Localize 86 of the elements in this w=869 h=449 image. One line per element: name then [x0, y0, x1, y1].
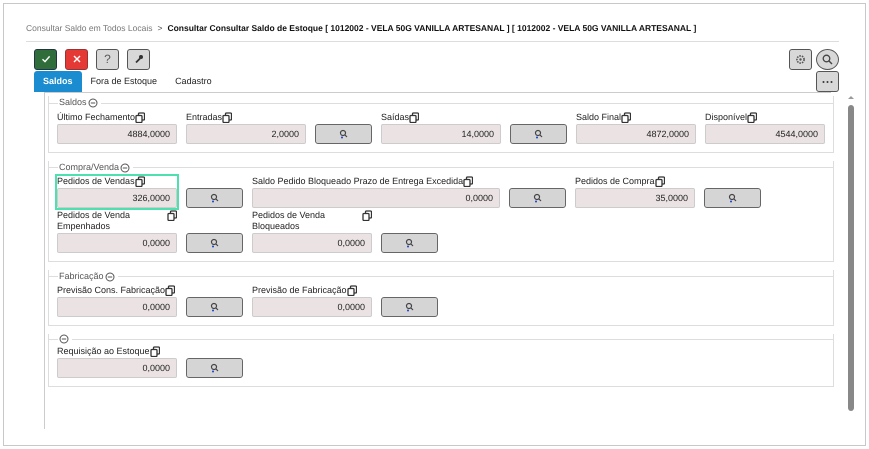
value-field[interactable]: 2,0000	[186, 124, 306, 144]
scrollbar[interactable]	[846, 93, 856, 414]
value-field[interactable]: 4544,0000	[705, 124, 825, 144]
value-field[interactable]: 0,0000	[252, 188, 500, 208]
field-label: Pedidos de Vendas	[57, 176, 135, 188]
search-icon	[534, 128, 544, 139]
lookup-button[interactable]	[315, 124, 372, 144]
copy-icon[interactable]	[463, 176, 474, 188]
copy-icon[interactable]	[409, 112, 420, 123]
copy-icon[interactable]	[165, 285, 176, 296]
breadcrumb-separator: >	[157, 22, 162, 35]
more-button[interactable]	[816, 71, 839, 92]
lookup-button[interactable]	[381, 232, 438, 253]
copy-icon[interactable]	[747, 112, 758, 123]
value-field[interactable]: 35,0000	[575, 188, 695, 208]
search-icon	[532, 193, 542, 204]
collapse-icon[interactable]	[88, 98, 98, 108]
search-icon	[210, 363, 220, 374]
value-field[interactable]: 0,0000	[252, 297, 372, 318]
settings-button[interactable]	[789, 48, 812, 70]
more-icon	[822, 80, 833, 84]
section-title: Fabricação	[59, 270, 104, 283]
field-label: Pedidos de Venda Bloqueados	[252, 210, 326, 232]
search-icon	[338, 128, 348, 139]
field-label: Saídas	[381, 112, 410, 123]
confirm-button[interactable]	[34, 48, 57, 70]
collapse-icon[interactable]	[59, 334, 69, 344]
copy-icon[interactable]	[135, 112, 146, 123]
lookup-button[interactable]	[381, 297, 438, 318]
section-title: Saldos	[59, 96, 87, 110]
search-icon	[210, 238, 220, 248]
help-button[interactable]: ?	[96, 48, 119, 70]
page-title: Consultar Consultar Saldo de Estoque [ 1012002 - VELA 50G VANILLA ARTESANAL ] [ 1012002 - VELA 50G VANILLA ARTESANAL ]	[167, 22, 696, 35]
search-icon	[210, 302, 220, 312]
wrench-icon	[134, 54, 144, 64]
search-icon	[728, 193, 738, 204]
copy-icon[interactable]	[167, 210, 177, 222]
field-label: Disponível	[705, 112, 748, 123]
lookup-button[interactable]	[186, 188, 243, 208]
close-icon	[72, 54, 82, 64]
field-label: Saldo Pedido Bloqueado Prazo de Entrega Excedida	[252, 176, 464, 188]
search-button[interactable]	[816, 48, 839, 70]
search-icon	[404, 302, 414, 312]
field-label: Pedidos de Compra	[575, 176, 655, 188]
collapse-icon[interactable]	[104, 272, 115, 282]
lookup-button[interactable]	[704, 188, 761, 208]
field-label: Requisição ao Estoque	[57, 346, 150, 358]
settings-icon	[795, 54, 806, 65]
cancel-button[interactable]	[65, 48, 88, 70]
value-field[interactable]: 4872,0000	[576, 124, 696, 144]
check-icon	[40, 54, 50, 64]
copy-icon[interactable]	[150, 346, 160, 358]
lookup-button[interactable]	[510, 124, 567, 144]
search-icon	[822, 54, 833, 65]
value-field[interactable]: 326,0000	[57, 188, 177, 208]
breadcrumb-link[interactable]: Consultar Saldo em Todos Locais	[26, 22, 152, 35]
value-field[interactable]: 0,0000	[57, 297, 177, 318]
tab[interactable]: Cadastro	[166, 70, 221, 92]
copy-icon[interactable]	[621, 112, 632, 123]
field-label: Previsão Cons. Fabricação	[57, 285, 166, 296]
tab[interactable]: Fora de Estoque	[82, 70, 166, 92]
copy-icon[interactable]	[346, 285, 357, 296]
field-label: Entradas	[186, 112, 222, 123]
copy-icon[interactable]	[362, 210, 372, 222]
search-icon	[404, 238, 414, 248]
search-icon	[210, 193, 220, 204]
lookup-button[interactable]	[186, 358, 243, 378]
field-label: Previsão de Fabricação	[252, 285, 347, 296]
field-label: Pedidos de Venda Empenhados	[57, 210, 132, 232]
copy-icon[interactable]	[654, 176, 665, 188]
value-field[interactable]: 0,0000	[252, 232, 372, 253]
tools-button[interactable]	[127, 48, 150, 70]
tab[interactable]: Saldos	[34, 70, 82, 92]
lookup-button[interactable]	[186, 232, 243, 253]
collapse-icon[interactable]	[120, 162, 130, 172]
value-field[interactable]: 0,0000	[57, 358, 177, 378]
section-title: Compra/Venda	[59, 160, 120, 174]
value-field[interactable]: 14,0000	[381, 124, 501, 144]
field-label: Saldo Final	[576, 112, 622, 123]
lookup-button[interactable]	[509, 188, 566, 208]
lookup-button[interactable]	[186, 297, 243, 318]
value-field[interactable]: 0,0000	[57, 232, 177, 253]
field-label: Último Fechamento	[57, 112, 136, 123]
value-field[interactable]: 4884,0000	[57, 124, 177, 144]
copy-icon[interactable]	[134, 176, 145, 188]
copy-icon[interactable]	[222, 112, 232, 123]
